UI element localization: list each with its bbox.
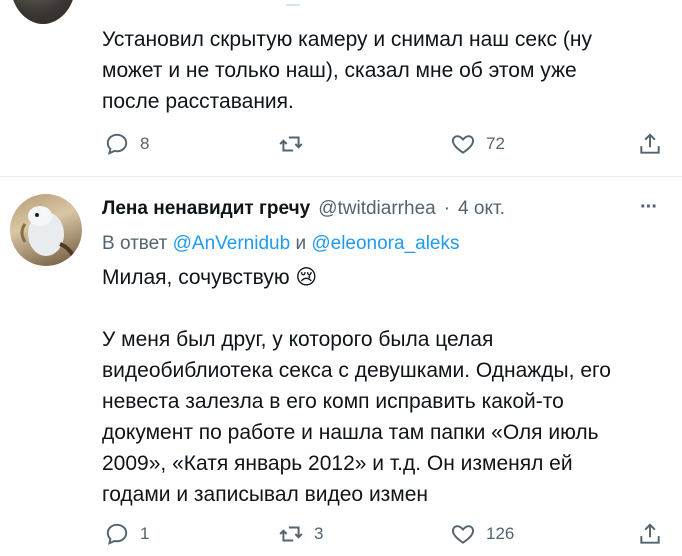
share-button[interactable]	[637, 521, 663, 547]
reply-to-prefix: В ответ	[102, 233, 168, 254]
retweet-icon	[279, 526, 303, 542]
tweet-date[interactable]: 4 окт.	[458, 198, 505, 220]
tweet-line1-text: Милая, сочувствую	[102, 266, 290, 289]
tweet-body: Милая, сочувствую 😢 У меня был друг, у к…	[102, 262, 642, 510]
reply-to-user2[interactable]: @eleonora_aleks	[311, 233, 459, 254]
display-name[interactable]: Лена ненавидит гречу	[102, 198, 310, 220]
reply-icon	[106, 133, 128, 155]
like-count: 126	[486, 524, 515, 543]
user-handle[interactable]: @twitdiarrhea	[318, 198, 436, 220]
retweet-button[interactable]: 3	[278, 521, 323, 547]
like-button[interactable]: 126	[450, 521, 514, 547]
reply-to-user1[interactable]: @AnVernidub	[173, 233, 291, 254]
avatar-image	[20, 206, 76, 259]
reply-button[interactable]: 1	[104, 521, 149, 547]
like-icon	[452, 525, 474, 544]
more-options-icon[interactable]: ···	[640, 196, 658, 219]
crying-emoji: 😢	[295, 266, 318, 289]
share-icon	[640, 523, 660, 544]
reply-icon	[106, 523, 128, 545]
replying-to: В ответ @AnVernidub и @eleonora_aleks	[102, 233, 460, 255]
divider	[0, 176, 682, 177]
reply-count: 8	[140, 134, 150, 153]
tweet-paragraph2: У меня был друг, у которого была целая в…	[102, 328, 611, 506]
separator: ·	[443, 198, 451, 219]
retweet-count: 3	[314, 524, 324, 543]
reply-button[interactable]: 8	[104, 131, 149, 157]
share-button[interactable]	[637, 131, 663, 157]
like-icon	[452, 135, 474, 154]
thread-line	[286, 0, 300, 6]
reply-to-and: и	[295, 233, 307, 254]
reply-count: 1	[140, 524, 150, 543]
retweet-icon	[279, 136, 303, 152]
tweet-line1: Милая, сочувствую 😢	[102, 262, 642, 293]
tweet-top-text: Установил скрытую камеру и снимал наш се…	[102, 28, 592, 113]
avatar-top[interactable]	[10, 0, 76, 24]
like-count: 72	[486, 134, 505, 153]
tweet-header: Лена ненавидит гречу @twitdiarrhea · 4 о…	[102, 198, 505, 220]
avatar[interactable]	[10, 194, 82, 266]
retweet-button[interactable]	[278, 131, 314, 157]
share-icon	[640, 133, 660, 154]
like-button[interactable]: 72	[450, 131, 505, 157]
